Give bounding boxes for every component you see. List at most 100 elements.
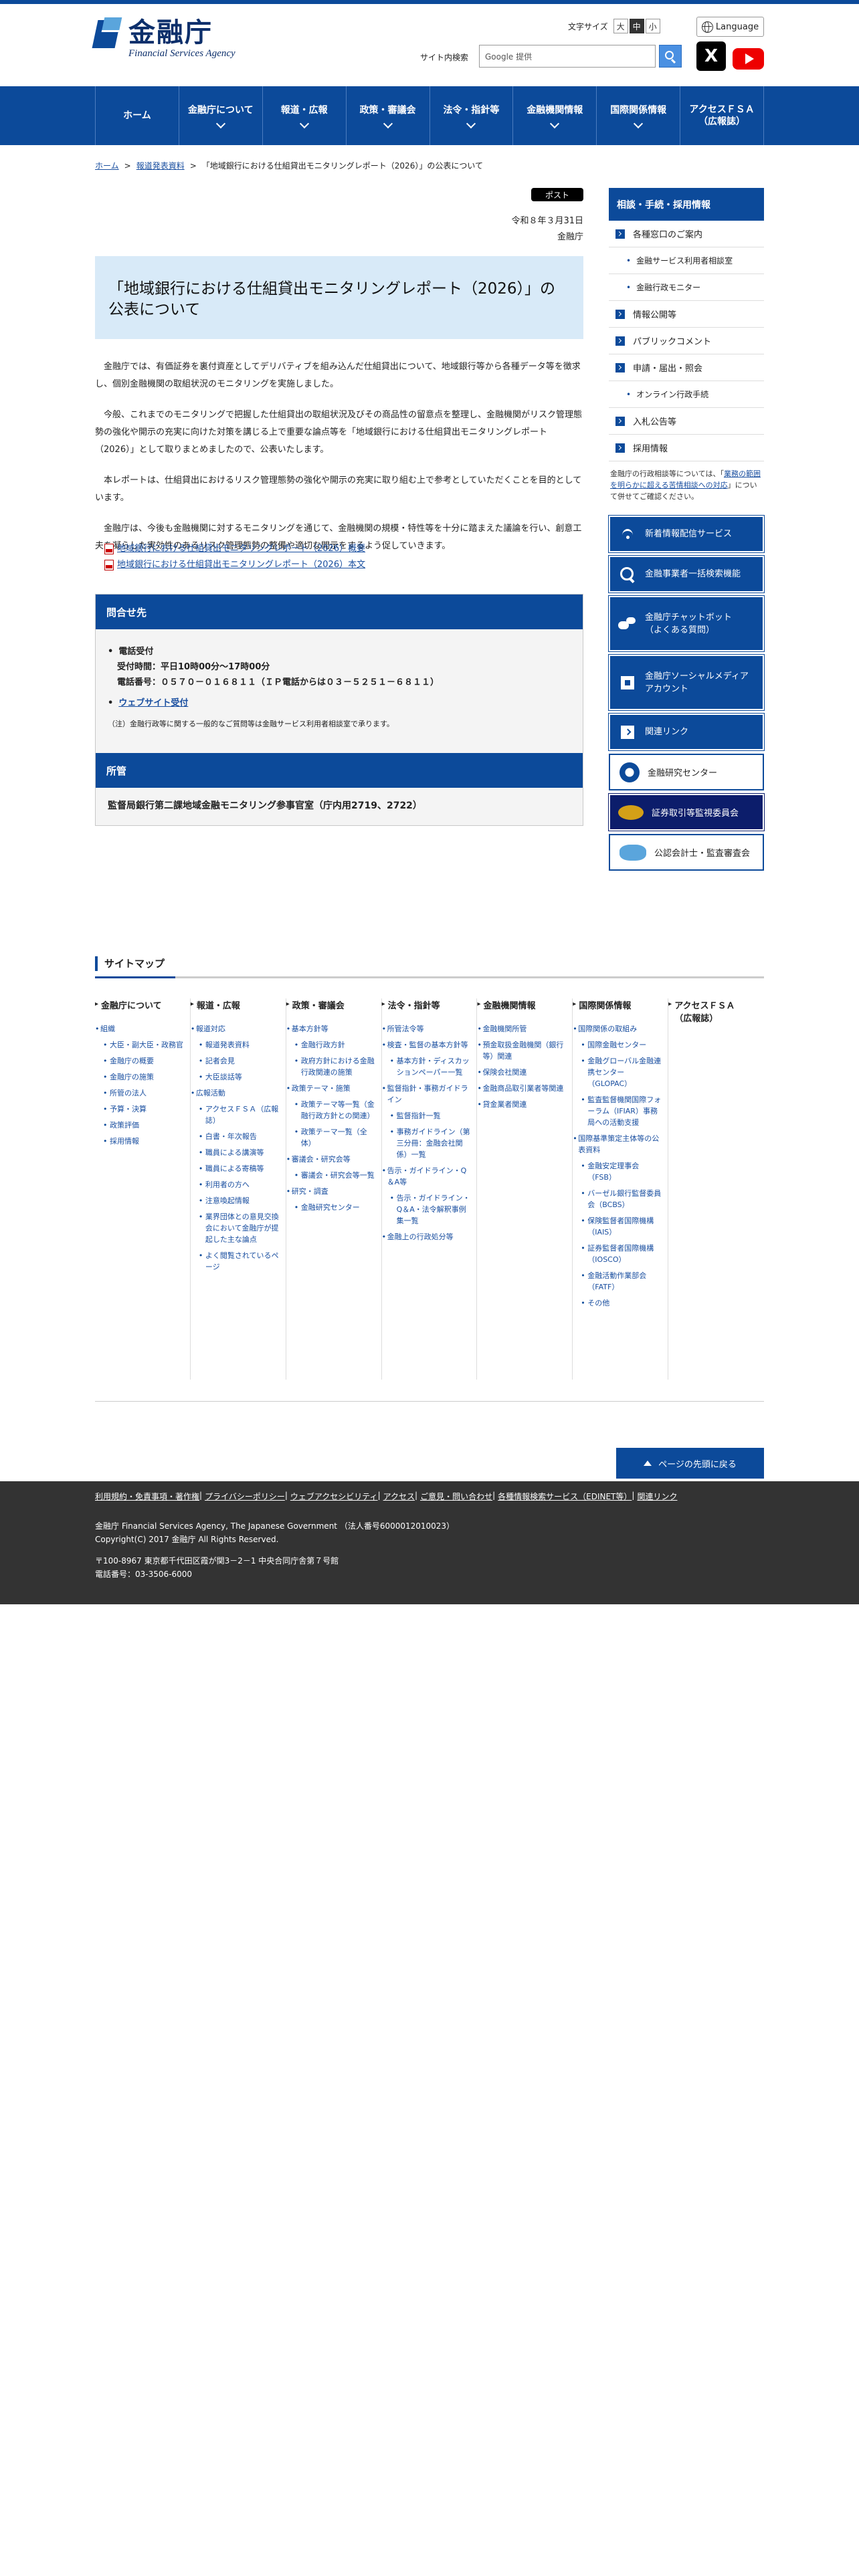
gnav-institutions[interactable]: 金融機関情報	[513, 86, 597, 145]
sitemap-column-title[interactable]: 金融庁について	[95, 998, 186, 1011]
web-contact-link[interactable]: ウェブサイト受付	[118, 695, 188, 711]
sitemap-link[interactable]: 金融グローバル金融連携センター（GLOPAC）	[573, 1055, 664, 1089]
sitemap-link[interactable]: 政策テーマ一覧（全体）	[286, 1126, 377, 1149]
sitemap-link[interactable]: 金融研究センター	[286, 1202, 377, 1213]
footer-link[interactable]: ご意見・問い合わせ	[420, 1491, 492, 1502]
sitemap-link[interactable]: 記者会見	[191, 1055, 282, 1067]
gnav-access-fsa[interactable]: アクセスＦＳＡ （広報誌）	[680, 86, 764, 145]
sitemap-column-title[interactable]: アクセスＦＳＡ （広報誌）	[668, 998, 760, 1024]
gnav-home[interactable]: ホーム	[96, 86, 179, 145]
side-item-disclosure[interactable]: 情報公開等	[609, 301, 764, 328]
sitemap-link[interactable]: 広報活動	[191, 1087, 282, 1099]
side-item-contact-windows[interactable]: 各種窓口のご案内	[609, 221, 764, 247]
sitemap-link[interactable]: アクセスＦＳＡ（広報誌）	[191, 1103, 282, 1126]
sitemap-column-title[interactable]: 国際関係情報	[573, 998, 664, 1011]
banner-sesc[interactable]: 証券取引等監視委員会	[608, 793, 765, 831]
sitemap-column-title[interactable]: 金融機関情報	[477, 998, 568, 1011]
gnav-policy[interactable]: 政策・審議会	[347, 86, 430, 145]
sitemap-link[interactable]: 白書・年次報告	[191, 1131, 282, 1142]
sitemap-link[interactable]: 基本方針等	[286, 1023, 377, 1035]
sitemap-link[interactable]: 採用情報	[95, 1136, 186, 1147]
sitemap-link[interactable]: 金融商品取引業者等関連	[477, 1083, 568, 1094]
gnav-international[interactable]: 国際関係情報	[597, 86, 681, 145]
sitemap-link[interactable]: 報道対応	[191, 1023, 282, 1035]
gnav-laws[interactable]: 法令・指針等	[430, 86, 514, 145]
sitemap-link[interactable]: 職員による寄稿等	[191, 1163, 282, 1174]
sitemap-link[interactable]: 大臣・副大臣・政務官	[95, 1039, 186, 1051]
banner-business-search[interactable]: 金融事業者一括検索機能	[608, 555, 765, 593]
sitemap-column-title[interactable]: 法令・指針等	[382, 998, 473, 1011]
sitemap-link[interactable]: 検査・監督の基本方針等	[382, 1039, 473, 1051]
gnav-news[interactable]: 報道・広報	[263, 86, 347, 145]
footer-link[interactable]: アクセス	[383, 1491, 415, 1502]
sitemap-link[interactable]: バーゼル銀行監督委員会（BCBS）	[573, 1188, 664, 1210]
sitemap-link[interactable]: 金融活動作業部会（FATF）	[573, 1270, 664, 1293]
site-logo[interactable]: 金融庁 Financial Services Agency	[92, 17, 235, 59]
sitemap-link[interactable]: 事務ガイドライン（第三分冊：金融会社関係）一覧	[382, 1126, 473, 1160]
footer-link[interactable]: 各種情報検索サービス（EDINET等）	[498, 1491, 632, 1502]
sitemap-link[interactable]: 注意喚起情報	[191, 1195, 282, 1206]
side-item-applications[interactable]: 申請・届出・照会	[609, 354, 764, 381]
sitemap-link[interactable]: 政策テーマ・施策	[286, 1083, 377, 1094]
sitemap-link[interactable]: 予算・決算	[95, 1103, 186, 1115]
page-top-button[interactable]: ページの先頭に戻る	[616, 1448, 764, 1479]
side-item-monitor[interactable]: 金融行政モニター	[609, 274, 764, 301]
language-button[interactable]: Language	[696, 17, 764, 37]
sitemap-link[interactable]: その他	[573, 1297, 664, 1309]
search-button[interactable]	[659, 45, 682, 68]
footer-link[interactable]: プライバシーポリシー	[205, 1491, 285, 1502]
banner-cpaaob[interactable]: 公認会計士・監査審査会	[609, 834, 764, 871]
side-item-recruitment[interactable]: 採用情報	[609, 435, 764, 461]
side-item-public-comment[interactable]: パブリックコメント	[609, 328, 764, 354]
font-size-small[interactable]: 小	[645, 19, 660, 33]
banner-chatbot[interactable]: 金融庁チャットボット （よくある質問）	[608, 595, 765, 652]
side-item-bids[interactable]: 入札公告等	[609, 408, 764, 435]
sitemap-column-title[interactable]: 政策・審議会	[286, 998, 377, 1011]
sitemap-link[interactable]: 国際基準策定主体等の公表資料	[573, 1133, 664, 1156]
gnav-about[interactable]: 金融庁について	[179, 86, 263, 145]
sitemap-link[interactable]: 金融安定理事会（FSB）	[573, 1160, 664, 1183]
banner-research-center[interactable]: 金融研究センター	[609, 754, 764, 790]
banner-related-links[interactable]: 関連リンク	[608, 713, 765, 751]
sitemap-link[interactable]: 職員による講演等	[191, 1147, 282, 1158]
pdf-link-summary[interactable]: 地域銀行における仕組貸出モニタリングレポート（2026）概要	[117, 541, 365, 557]
x-post-button[interactable]: ポスト	[531, 188, 583, 201]
x-icon[interactable]: X	[696, 41, 726, 71]
sitemap-link[interactable]: 金融機関所管	[477, 1023, 568, 1035]
sitemap-link[interactable]: 審議会・研究会等一覧	[286, 1170, 377, 1181]
sitemap-link[interactable]: 貸金業者関連	[477, 1099, 568, 1110]
sitemap-link[interactable]: 監督指針・事務ガイドライン	[382, 1083, 473, 1105]
sitemap-link[interactable]: 基本方針・ディスカッションペーパー一覧	[382, 1055, 473, 1078]
sitemap-link[interactable]: 保険会社関連	[477, 1067, 568, 1078]
sitemap-link[interactable]: 利用者の方へ	[191, 1179, 282, 1190]
sitemap-column-title[interactable]: 報道・広報	[191, 998, 282, 1011]
sitemap-link[interactable]: 所管法令等	[382, 1023, 473, 1035]
sitemap-link[interactable]: 保険監督者国際機構（IAIS）	[573, 1215, 664, 1238]
breadcrumb-home[interactable]: ホーム	[95, 160, 119, 171]
footer-link[interactable]: 利用規約・免責事項・著作権	[95, 1491, 199, 1502]
sitemap-link[interactable]: 告示・ガイドライン・Q＆A等	[382, 1165, 473, 1188]
sitemap-link[interactable]: 報道発表資料	[191, 1039, 282, 1051]
side-item-online-procedures[interactable]: オンライン行政手続	[609, 381, 764, 408]
pdf-link-main[interactable]: 地域銀行における仕組貸出モニタリングレポート（2026）本文	[117, 557, 365, 573]
search-input[interactable]: Google 提供	[479, 45, 656, 68]
sitemap-link[interactable]: 大臣談話等	[191, 1071, 282, 1083]
font-size-medium[interactable]: 中	[629, 19, 644, 33]
sitemap-link[interactable]: 監督指針一覧	[382, 1110, 473, 1121]
banner-social-media[interactable]: 金融庁ソーシャルメディア アカウント	[608, 654, 765, 711]
sitemap-link[interactable]: 証券監督者国際機構（IOSCO）	[573, 1243, 664, 1265]
sitemap-link[interactable]: 金融庁の施策	[95, 1071, 186, 1083]
footer-link[interactable]: 関連リンク	[637, 1491, 677, 1502]
sitemap-link[interactable]: 研究・調査	[286, 1186, 377, 1197]
side-item-user-consultation[interactable]: 金融サービス利用者相談室	[609, 247, 764, 274]
sitemap-link[interactable]: 業界団体との意見交換会において金融庁が提起した主な論点	[191, 1211, 282, 1245]
sitemap-link[interactable]: 政策評価	[95, 1119, 186, 1131]
sitemap-link[interactable]: 金融庁の概要	[95, 1055, 186, 1067]
sitemap-link[interactable]: 金融上の行政処分等	[382, 1231, 473, 1243]
footer-link[interactable]: ウェブアクセシビリティ	[290, 1491, 378, 1502]
sitemap-link[interactable]: よく閲覧されているページ	[191, 1250, 282, 1273]
sitemap-link[interactable]: 監査監督機関国際フォーラム（IFIAR）事務局への活動支援	[573, 1094, 664, 1128]
sitemap-link[interactable]: 金融行政方針	[286, 1039, 377, 1051]
banner-news-delivery[interactable]: 新着情報配信サービス	[608, 515, 765, 553]
sitemap-link[interactable]: 告示・ガイドライン・Q＆A・法令解釈事例集一覧	[382, 1192, 473, 1226]
